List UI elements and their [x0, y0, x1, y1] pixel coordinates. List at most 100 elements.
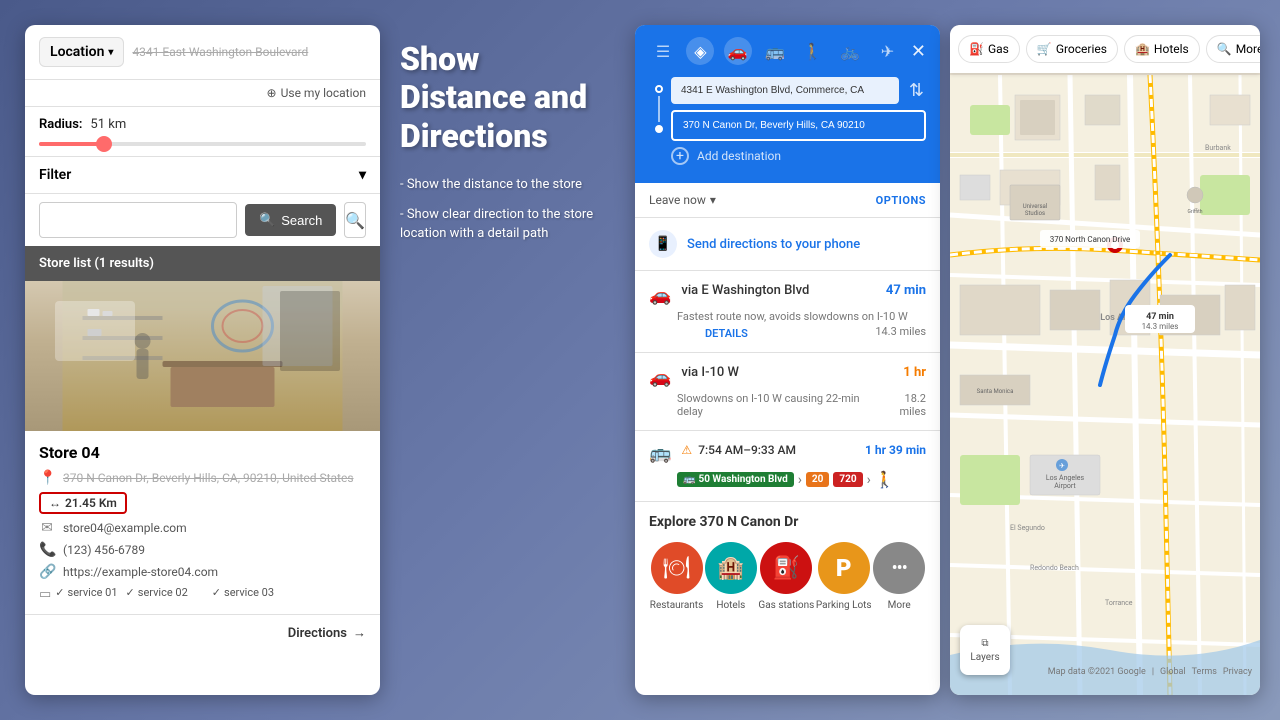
groceries-chip[interactable]: 🛒 Groceries	[1026, 35, 1118, 63]
check-icon-2: ✓	[126, 586, 135, 599]
add-dest-icon: +	[671, 147, 689, 165]
search-row: 🔍 Search 🔍	[25, 193, 380, 246]
directions-button[interactable]: Directions →	[288, 625, 366, 641]
swap-button[interactable]: ⇅	[907, 80, 926, 101]
walk-icon-transit: 🚶	[875, 470, 895, 489]
svg-text:Studios: Studios	[1025, 210, 1045, 217]
map-svg[interactable]: Universal Studios Griffith Santa Monica …	[950, 75, 1260, 695]
store-distance-row: ↔ 21.45 Km	[39, 492, 366, 514]
map-footer-links: Map data ©2021 Google | Global Terms Pri…	[1048, 667, 1252, 677]
route-2-via: via I-10 W	[681, 365, 893, 380]
service-item-3: ✓ service 03	[212, 586, 274, 599]
link-icon: 🔗	[39, 564, 55, 580]
store-email: store04@example.com	[63, 521, 187, 535]
transit-header: 🚌 ⚠ 7:54 AM–9:33 AM 1 hr 39 min	[649, 443, 926, 464]
tab-menu-icon[interactable]: ☰	[649, 37, 677, 65]
svg-text:Burbank: Burbank	[1205, 144, 1231, 152]
destination-input[interactable]	[671, 110, 926, 141]
search-button[interactable]: 🔍 Search	[245, 204, 336, 236]
map-pin-icon: 📍	[39, 470, 55, 486]
tab-car-icon[interactable]: 🚗	[724, 37, 752, 65]
center-heading: Show Distance and Directions	[400, 40, 610, 155]
explore-restaurants[interactable]: 🍽 Restaurants	[650, 542, 703, 611]
parking-label: Parking Lots	[816, 600, 872, 611]
route-option-2[interactable]: 🚗 via I-10 W 1 hr Slowdowns on I-10 W ca…	[635, 353, 940, 431]
origin-dot	[655, 85, 663, 93]
hotels-chip-icon: 🏨	[1135, 42, 1150, 56]
gas-chip[interactable]: ⛽ Gas	[958, 35, 1020, 63]
tab-bike-icon[interactable]: 🚲	[836, 37, 864, 65]
left-header: Location ▾ 4341 East Washington Boulevar…	[25, 25, 380, 80]
route-1-desc: Fastest route now, avoids slowdowns on I…	[677, 310, 926, 323]
transit-times: 7:54 AM–9:33 AM	[698, 443, 796, 457]
explore-gas[interactable]: ⛽ Gas stations	[758, 542, 814, 611]
footer-terms[interactable]: Terms	[1192, 667, 1217, 677]
svg-text:Torrance: Torrance	[1105, 599, 1133, 607]
radius-slider-track[interactable]	[39, 142, 366, 146]
location-dropdown[interactable]: Location ▾	[39, 37, 124, 67]
leave-now-chevron: ▾	[710, 193, 716, 207]
route-1-distance: 14.3 miles	[875, 325, 926, 338]
footer-global[interactable]: Global	[1160, 667, 1186, 677]
email-icon: ✉	[39, 520, 55, 536]
store-address-row: 📍 370 N Canon Dr, Beverly Hills, CA, 902…	[39, 470, 366, 486]
tab-directions-icon[interactable]: ◈	[686, 37, 714, 65]
transit-badge-1: 🚌 50 Washington Blvd	[677, 472, 794, 487]
groceries-chip-label: Groceries	[1056, 42, 1107, 56]
tab-transit-icon[interactable]: 🚌	[761, 37, 789, 65]
options-bar: Leave now ▾ OPTIONS	[635, 183, 940, 218]
route-1-details-link[interactable]: DETAILS	[705, 327, 748, 340]
service-label-1: service 01	[68, 586, 118, 599]
directions-tabs: ☰ ◈ 🚗 🚌 🚶 🚲 ✈ ✕	[649, 37, 926, 65]
tab-flight-icon[interactable]: ✈	[873, 37, 901, 65]
close-button[interactable]: ✕	[911, 41, 926, 62]
services-icon: ▭	[39, 587, 51, 602]
phone-icon: 📞	[39, 542, 55, 558]
leave-now-button[interactable]: Leave now ▾	[649, 193, 716, 207]
tab-walk-icon[interactable]: 🚶	[799, 37, 827, 65]
transit-badge-2: 20	[806, 472, 829, 487]
use-location-row: ⊕ Use my location	[25, 80, 380, 107]
leave-now-label: Leave now	[649, 193, 706, 207]
center-bullet-1: - Show the distance to the store	[400, 175, 610, 195]
options-button[interactable]: OPTIONS	[876, 194, 926, 207]
route-option-1[interactable]: 🚗 via E Washington Blvd 47 min Fastest r…	[635, 271, 940, 353]
search-more-icon: 🔍	[1217, 42, 1232, 56]
explore-icons: 🍽 Restaurants 🏨 Hotels ⛽ Gas stations P …	[649, 542, 926, 611]
map-layers-button[interactable]: ⧉ Layers	[960, 625, 1010, 675]
search-input[interactable]	[39, 202, 237, 238]
transit-route[interactable]: 🚌 ⚠ 7:54 AM–9:33 AM 1 hr 39 min 🚌 50 Was…	[635, 431, 940, 502]
distance-value: 21.45 Km	[65, 496, 117, 510]
add-destination-row[interactable]: + Add destination	[671, 141, 926, 171]
hotels-chip[interactable]: 🏨 Hotels	[1124, 35, 1200, 63]
map-more-button[interactable]: 🔍 More	[1206, 35, 1260, 63]
origin-input[interactable]	[671, 77, 899, 104]
svg-text:Redondo Beach: Redondo Beach	[1030, 564, 1079, 572]
filter-row[interactable]: Filter ▾	[25, 156, 380, 193]
location-label: Location	[50, 44, 104, 60]
dest-dot	[655, 125, 663, 133]
directions-header: ☰ ◈ 🚗 🚌 🚶 🚲 ✈ ✕ ⇅ +	[635, 25, 940, 183]
explore-hotels[interactable]: 🏨 Hotels	[705, 542, 757, 611]
svg-text:Griffith: Griffith	[1188, 208, 1203, 215]
directions-arrow-icon: →	[353, 625, 366, 641]
hotels-circle: 🏨	[705, 542, 757, 594]
svg-text:47 min: 47 min	[1146, 312, 1174, 322]
radius-value: 51 km	[90, 117, 126, 132]
explore-parking[interactable]: P Parking Lots	[816, 542, 872, 611]
route-2-header: 🚗 via I-10 W 1 hr	[649, 365, 926, 388]
send-directions-row[interactable]: 📱 Send directions to your phone	[635, 218, 940, 271]
transit-bus-icon: 🚌	[649, 443, 671, 464]
svg-text:Santa Monica: Santa Monica	[977, 388, 1014, 395]
map-top-bar: ⛽ Gas 🛒 Groceries 🏨 Hotels 🔍 More	[950, 25, 1260, 73]
directions-label: Directions	[288, 626, 347, 641]
search-icon-button[interactable]: 🔍	[344, 202, 366, 238]
service-item-2: ✓ service 02	[126, 586, 188, 599]
use-location-button[interactable]: ⊕ Use my location	[267, 86, 366, 100]
layers-icon: ⧉	[981, 638, 988, 649]
footer-privacy[interactable]: Privacy	[1223, 667, 1252, 677]
hotels-chip-label: Hotels	[1154, 42, 1189, 56]
explore-more[interactable]: ••• More	[873, 542, 925, 611]
directions-row: Directions →	[25, 614, 380, 651]
slider-thumb[interactable]	[96, 136, 112, 152]
